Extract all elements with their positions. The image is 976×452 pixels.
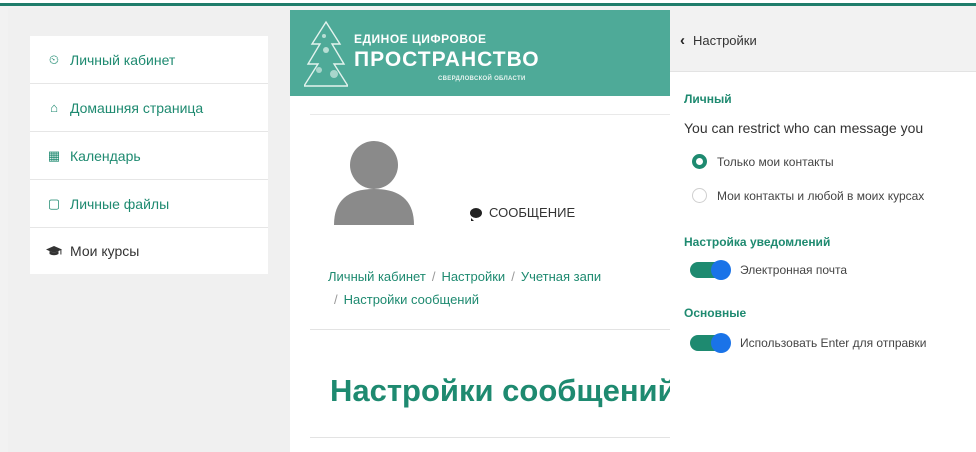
drawer-back-label: Настройки (693, 33, 757, 48)
radio-button-checked[interactable] (692, 154, 707, 169)
restrict-text: You can restrict who can message you (684, 120, 924, 136)
sidebar-item-private-files[interactable]: ▢ Личные файлы (30, 180, 268, 228)
sidebar-item-label: Календарь (70, 147, 141, 164)
chevron-left-icon: ‹ (680, 32, 685, 49)
email-notification-toggle[interactable]: Электронная почта (690, 260, 848, 280)
message-button[interactable]: СООБЩЕНИЕ (470, 205, 576, 221)
sidebar-nav: ⏲ Личный кабинет ⌂ Домашняя страница ▦ К… (30, 36, 268, 274)
enter-to-send-toggle[interactable]: Использовать Enter для отправки (690, 333, 927, 353)
banner-line2: ПРОСТРАНСТВО (354, 48, 540, 71)
breadcrumb-separator: / (334, 292, 338, 307)
section-title-notifications: Настройка уведомлений (684, 235, 831, 249)
profile-card: СООБЩЕНИЕ Личный кабинет / Настройки / Учетн… (310, 114, 670, 438)
breadcrumb-account[interactable]: Учетная запи (521, 269, 601, 284)
avatar[interactable] (330, 137, 418, 225)
breadcrumb-separator: / (511, 269, 515, 284)
sidebar-item-dashboard[interactable]: ⏲ Личный кабинет (30, 36, 268, 84)
banner-line1: ЕДИНОЕ ЦИФРОВОЕ (354, 32, 487, 46)
page-title: Настройки сообщений (330, 373, 670, 408)
toggle-knob (711, 333, 731, 353)
sidebar-item-calendar[interactable]: ▦ Календарь (30, 132, 268, 180)
home-icon: ⌂ (50, 100, 58, 115)
site-banner[interactable]: ЕДИНОЕ ЦИФРОВОЕ ПРОСТРАНСТВО СВЕРДЛОВСКО… (290, 10, 670, 96)
message-drawer: ‹ Настройки Личный You can restrict who … (670, 10, 976, 452)
toggle-switch[interactable] (690, 260, 731, 280)
toggle-label: Электронная почта (740, 263, 848, 277)
sidebar-item-my-courses[interactable]: Мои курсы (30, 228, 268, 274)
banner-line3: СВЕРДЛОВСКОЙ ОБЛАСТИ (438, 76, 526, 82)
breadcrumb-settings[interactable]: Настройки (441, 269, 505, 284)
logo-tree-icon (304, 20, 348, 87)
calendar-icon: ▦ (47, 147, 61, 163)
message-button-label: СООБЩЕНИЕ (489, 205, 576, 220)
graduation-cap-icon-svg (46, 246, 62, 256)
breadcrumb-dashboard[interactable]: Личный кабинет (328, 269, 426, 284)
section-title-general: Основные (684, 306, 747, 320)
top-accent-line (0, 0, 976, 6)
radio-label: Мои контакты и любой в моих курсах (717, 188, 925, 203)
section-title-personal: Личный (684, 92, 732, 106)
radio-label: Только мои контакты (717, 154, 834, 169)
breadcrumb-separator: / (431, 269, 436, 284)
radio-contacts-and-courses[interactable]: Мои контакты и любой в моих курсах (692, 188, 924, 203)
toggle-switch[interactable] (690, 333, 731, 353)
graduation-cap-icon (44, 245, 64, 257)
drawer-back-button[interactable]: ‹ Настройки (670, 10, 976, 72)
sidebar-item-label: Мои курсы (70, 243, 140, 259)
sidebar-item-home[interactable]: ⌂ Домашняя страница (30, 84, 268, 132)
toggle-label: Использовать Enter для отправки (740, 336, 927, 350)
divider (310, 437, 670, 438)
divider (310, 329, 670, 330)
breadcrumb: Личный кабинет / Настройки / Учетная запи / На… (328, 265, 668, 311)
sidebar-item-label: Домашняя страница (70, 99, 204, 116)
breadcrumb-message-settings[interactable]: Настройки сообщений (344, 292, 479, 307)
sidebar-item-label: Личный кабинет (70, 51, 176, 68)
comment-icon (470, 207, 482, 221)
radio-button[interactable] (692, 188, 707, 203)
sidebar-item-label: Личные файлы (70, 195, 170, 212)
toggle-knob (711, 260, 731, 280)
main-content: ЕДИНОЕ ЦИФРОВОЕ ПРОСТРАНСТВО СВЕРДЛОВСКО… (290, 10, 670, 452)
dashboard-icon: ⏲ (48, 51, 60, 67)
file-icon: ▢ (47, 195, 61, 211)
radio-contacts-only[interactable]: Только мои контакты (692, 154, 834, 169)
